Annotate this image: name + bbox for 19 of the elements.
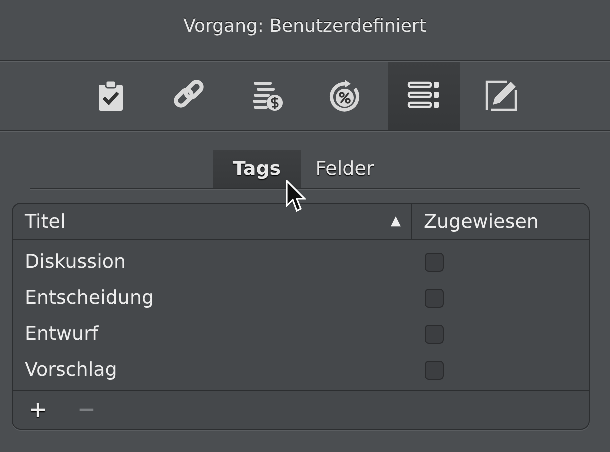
table-cell-text: Entscheidung: [24, 287, 154, 309]
cursor-icon: [286, 180, 306, 214]
add-button[interactable]: +: [27, 398, 50, 422]
table-cell-text: Entwurf: [24, 323, 99, 345]
pencil-square-icon: [485, 79, 519, 113]
coin-stack-icon: [251, 79, 285, 113]
column-header[interactable]: Titel: [25, 210, 66, 232]
tab[interactable]: Tags: [213, 150, 301, 188]
table-cell-text: Vorschlag: [24, 359, 118, 381]
window-title: Vorgang: Benutzerdefiniert: [184, 16, 426, 36]
checkbox[interactable]: [425, 360, 444, 380]
sort-indicator: ▲: [391, 214, 401, 229]
column-header[interactable]: Zugewiesen: [424, 210, 539, 232]
checkbox[interactable]: [425, 288, 444, 308]
table-cell-text: Diskussion: [24, 251, 126, 273]
checkbox[interactable]: [425, 324, 444, 344]
checkbox[interactable]: [425, 252, 444, 272]
toolbar-button[interactable]: [388, 62, 460, 130]
tab[interactable]: Felder: [301, 150, 389, 188]
